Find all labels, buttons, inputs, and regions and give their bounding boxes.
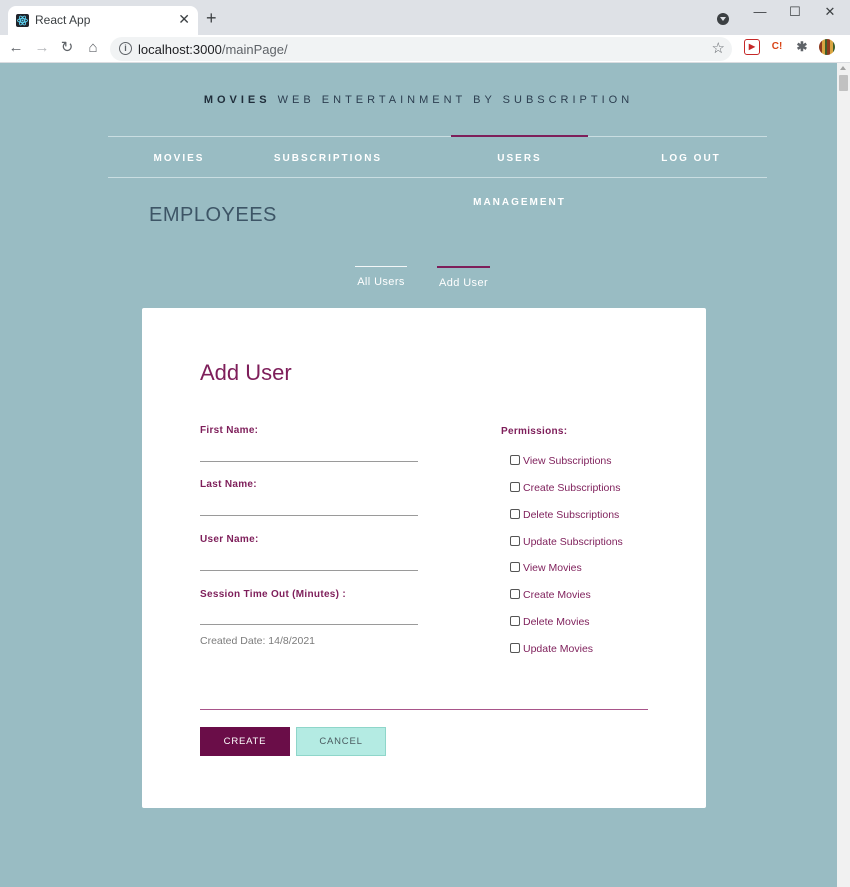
nav-item-log-out[interactable]: LOG OUT <box>657 137 725 177</box>
browser-tabstrip: React App ✕ + — ☐ ✕ <box>0 0 850 35</box>
url-path: /mainPage/ <box>221 42 288 57</box>
brand-header: MOVIES WEB ENTERTAINMENT BY SUBSCRIPTION <box>0 94 837 106</box>
cancel-button[interactable]: CANCEL <box>296 727 386 756</box>
extension-video-icon[interactable]: ▶ <box>744 39 760 55</box>
permission-label: Create Subscriptions <box>523 482 621 494</box>
nav-item-movies[interactable]: MOVIES <box>142 137 216 177</box>
session-timeout-field[interactable] <box>200 607 418 625</box>
minimize-button[interactable]: — <box>750 4 770 20</box>
user-name-field[interactable] <box>200 553 418 571</box>
update-subscriptions-checkbox[interactable] <box>510 536 520 546</box>
brand-tagline: WEB ENTERTAINMENT BY SUBSCRIPTION <box>277 94 634 106</box>
permission-label: Delete Movies <box>523 616 590 628</box>
bookmark-star-icon[interactable]: ☆ <box>712 39 725 57</box>
site-info-icon[interactable]: i <box>119 42 132 55</box>
session-timeout-label: Session Time Out (Minutes) : <box>200 589 347 600</box>
permission-label: Create Movies <box>523 589 591 601</box>
maximize-button[interactable]: ☐ <box>785 4 805 20</box>
extension-c-icon[interactable]: C! <box>769 39 785 55</box>
view-subscriptions-checkbox[interactable] <box>510 455 520 465</box>
user-name-label: User Name: <box>200 534 259 545</box>
scroll-thumb[interactable] <box>839 75 848 91</box>
update-movies-checkbox[interactable] <box>510 643 520 653</box>
address-bar[interactable]: i localhost:3000/mainPage/ ☆ <box>110 37 732 61</box>
first-name-field[interactable] <box>200 444 418 462</box>
create-subscriptions-checkbox[interactable] <box>510 482 520 492</box>
permission-label: Update Subscriptions <box>523 536 623 548</box>
page-title: EMPLOYEES <box>149 204 277 226</box>
permission-label: View Subscriptions <box>523 455 612 467</box>
forward-icon[interactable]: → <box>32 38 52 58</box>
delete-subscriptions-checkbox[interactable] <box>510 509 520 519</box>
extensions-puzzle-icon[interactable]: ✱ <box>794 39 810 55</box>
created-date: Created Date: 14/8/2021 <box>200 635 315 647</box>
permission-label: Update Movies <box>523 643 594 655</box>
permissions-label: Permissions: <box>501 426 568 437</box>
form-title: Add User <box>200 360 292 385</box>
window-close-button[interactable]: ✕ <box>820 4 840 20</box>
page-scrollbar[interactable] <box>837 63 850 887</box>
last-name-label: Last Name: <box>200 479 257 490</box>
tab-title: React App <box>35 13 91 27</box>
reload-icon[interactable]: ↻ <box>57 38 77 58</box>
browser-toolbar: ← → ↻ ⌂ i localhost:3000/mainPage/ ☆ ▶ C… <box>0 35 850 63</box>
app-page: MOVIES WEB ENTERTAINMENT BY SUBSCRIPTION… <box>0 63 837 887</box>
form-divider <box>200 709 648 710</box>
nav-item-subscriptions[interactable]: SUBSCRIPTIONS <box>267 137 389 177</box>
view-movies-checkbox[interactable] <box>510 562 520 572</box>
nav-item-users-management[interactable]: USERS MANAGEMENT <box>451 135 588 208</box>
back-icon[interactable]: ← <box>6 38 26 58</box>
tab-all-users[interactable]: All Users <box>355 266 407 290</box>
url-text: localhost:3000/mainPage/ <box>138 42 288 57</box>
delete-movies-checkbox[interactable] <box>510 616 520 626</box>
tab-search-icon[interactable] <box>717 13 729 25</box>
browser-tab[interactable]: React App ✕ <box>8 6 198 35</box>
tab-close-icon[interactable]: ✕ <box>178 11 190 27</box>
permission-label: View Movies <box>523 562 582 574</box>
scroll-up-arrow-icon[interactable] <box>840 66 846 70</box>
permission-label: Delete Subscriptions <box>523 509 620 521</box>
add-user-card: Add User First Name: Last Name: User Nam… <box>142 308 706 808</box>
home-icon[interactable]: ⌂ <box>83 38 103 58</box>
main-nav: MOVIES SUBSCRIPTIONS USERS MANAGEMENT LO… <box>108 135 767 208</box>
brand-name: MOVIES <box>203 94 271 106</box>
last-name-field[interactable] <box>200 498 418 516</box>
first-name-label: First Name: <box>200 425 259 436</box>
react-logo-icon <box>16 14 29 27</box>
tab-add-user[interactable]: Add User <box>437 266 490 290</box>
profile-avatar[interactable] <box>819 39 835 55</box>
create-button[interactable]: CREATE <box>200 727 290 756</box>
create-movies-checkbox[interactable] <box>510 589 520 599</box>
url-host: localhost:3000 <box>138 42 222 57</box>
new-tab-button[interactable]: + <box>206 8 217 28</box>
